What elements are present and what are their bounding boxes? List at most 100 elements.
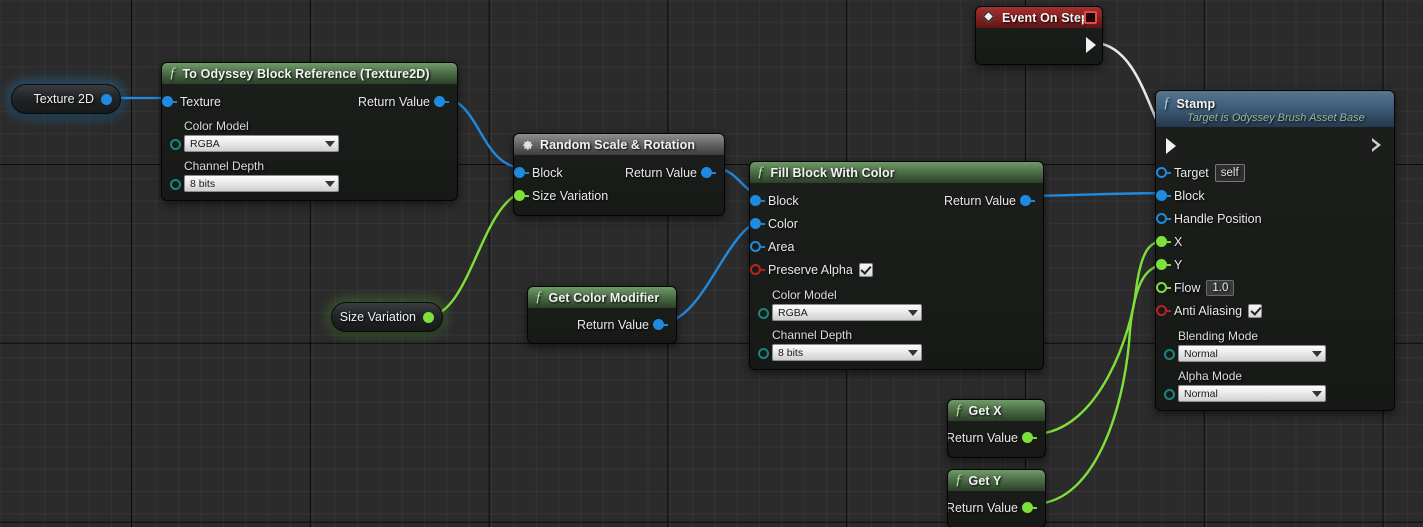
pin-area-input[interactable]: [750, 241, 765, 252]
pin-row-area: Area: [750, 235, 1043, 258]
chevron-down-icon: [908, 309, 918, 316]
pin-size-variation-input[interactable]: [514, 190, 529, 201]
pin-y-input[interactable]: [1156, 259, 1171, 270]
pin-label-return-value: Return Value: [943, 193, 1016, 208]
node-random-scale-rotation[interactable]: Random Scale & Rotation Block Return Val…: [513, 133, 725, 216]
pin-return-value-output[interactable]: [701, 167, 716, 178]
pin-block-input[interactable]: [750, 195, 765, 206]
pin-row-target: Target self: [1156, 161, 1394, 184]
pin-row-texture: Texture Return Value: [162, 90, 457, 113]
pin-target-input[interactable]: [1156, 167, 1171, 178]
node-title-event-on-step: Event On Step: [1002, 10, 1089, 25]
widget-color-model: Color Model RGBA: [162, 119, 457, 152]
pin-size-variation-output[interactable]: [423, 311, 434, 323]
pin-return-value-output[interactable]: [434, 96, 449, 107]
pin-flow-input[interactable]: [1156, 282, 1171, 293]
pin-return-value-output[interactable]: [653, 319, 668, 330]
pin-preserve-alpha-input[interactable]: [750, 264, 765, 275]
pin-color-model[interactable]: [758, 308, 773, 319]
pin-blending-mode[interactable]: [1164, 349, 1179, 360]
pin-label-return-value: Return Value: [576, 317, 649, 332]
function-icon: ƒ: [535, 289, 543, 305]
node-to-odyssey-block-reference[interactable]: ƒ To Odyssey Block Reference (Texture2D)…: [161, 62, 458, 201]
widget-label-blending-mode: Blending Mode: [1178, 329, 1259, 343]
dropdown-channel-depth[interactable]: 8 bits: [772, 344, 922, 361]
pin-label-handle-position: Handle Position: [1174, 211, 1262, 226]
node-header-get-color-modifier: ƒ Get Color Modifier: [528, 287, 676, 308]
gear-icon: [521, 138, 534, 151]
pin-anti-aliasing-input[interactable]: [1156, 305, 1171, 316]
pin-return-value-output[interactable]: [1022, 502, 1037, 513]
widget-blending-mode: Blending Mode Normal: [1156, 329, 1394, 362]
dropdown-color-model[interactable]: RGBA: [772, 304, 922, 321]
stop-icon[interactable]: [1084, 11, 1097, 24]
node-body-fill-block-with-color: Block Return Value Color Area Preserve A…: [750, 183, 1043, 369]
pin-label-flow: Flow: [1174, 280, 1201, 295]
node-title-stamp: Stamp: [1176, 96, 1216, 111]
pin-row-block: Block Return Value: [750, 189, 1043, 212]
pin-return-value-output[interactable]: [1022, 432, 1037, 443]
pin-exec-input[interactable]: [1166, 137, 1176, 154]
pin-texture-input[interactable]: [162, 96, 177, 107]
pin-handle-position-input[interactable]: [1156, 213, 1171, 224]
pin-row-x: X: [1156, 230, 1394, 253]
checkbox-anti-aliasing[interactable]: [1248, 303, 1263, 318]
node-event-on-step[interactable]: Event On Step: [975, 6, 1103, 65]
dropdown-color-model[interactable]: RGBA: [184, 135, 339, 152]
pin-label-return-value: Return Value: [947, 500, 1018, 515]
pin-row-return-value: Return Value: [528, 313, 676, 336]
node-get-y[interactable]: ƒ Get Y Return Value: [947, 469, 1046, 527]
pin-label-block: Block: [768, 193, 799, 208]
pin-block-input[interactable]: [514, 167, 529, 178]
value-flow[interactable]: 1.0: [1206, 279, 1235, 296]
node-title-random-scale-rotation: Random Scale & Rotation: [540, 137, 696, 152]
widget-label-channel-depth: Channel Depth: [772, 328, 853, 342]
chevron-down-icon: [325, 180, 335, 187]
node-header-random-scale-rotation: Random Scale & Rotation: [514, 134, 724, 155]
node-fill-block-with-color[interactable]: ƒ Fill Block With Color Block Return Val…: [749, 161, 1044, 370]
dropdown-channel-depth[interactable]: 8 bits: [184, 175, 339, 192]
dropdown-value-channel-depth: 8 bits: [190, 177, 216, 190]
value-target-self[interactable]: self: [1214, 163, 1245, 182]
pin-label-target: Target: [1174, 165, 1209, 180]
pin-channel-depth[interactable]: [758, 348, 773, 359]
pin-color-model[interactable]: [170, 139, 185, 150]
pin-row-block: Block: [1156, 184, 1394, 207]
node-body-get-y: Return Value: [948, 491, 1045, 527]
pin-texture-2d-output[interactable]: [101, 93, 112, 105]
pin-color-input[interactable]: [750, 218, 765, 229]
function-icon: ƒ: [169, 65, 177, 81]
wire-getx-to-stamp-x: [1034, 238, 1173, 436]
checkbox-preserve-alpha[interactable]: [858, 262, 873, 277]
blueprint-graph-canvas[interactable]: Texture 2D ƒ To Odyssey Block Reference …: [0, 0, 1423, 527]
variable-node-size-variation[interactable]: Size Variation: [331, 302, 443, 332]
dropdown-blending-mode[interactable]: Normal: [1178, 345, 1326, 362]
pin-row-exec-out: [976, 33, 1102, 56]
node-subtitle-stamp: Target is Odyssey Brush Asset Base: [1187, 112, 1365, 124]
pin-label-texture: Texture: [180, 94, 221, 109]
chevron-down-icon: [325, 140, 335, 147]
pin-block-input[interactable]: [1156, 190, 1171, 201]
variable-node-texture-2d[interactable]: Texture 2D: [11, 84, 121, 114]
node-header-event-on-step: Event On Step: [976, 7, 1102, 28]
node-body-stamp: Target self Block Handle Position X Y Fl…: [1156, 127, 1394, 410]
node-stamp[interactable]: ƒ Stamp Target is Odyssey Brush Asset Ba…: [1155, 90, 1395, 411]
chevron-down-icon: [908, 349, 918, 356]
pin-return-value-output[interactable]: [1020, 195, 1035, 206]
pin-alpha-mode[interactable]: [1164, 389, 1179, 400]
pin-channel-depth[interactable]: [170, 179, 185, 190]
chevron-down-icon: [1312, 390, 1322, 397]
pin-exec-output[interactable]: [1372, 138, 1381, 153]
event-diamond-icon: [983, 11, 996, 24]
pin-label-color: Color: [768, 216, 798, 231]
node-get-color-modifier[interactable]: ƒ Get Color Modifier Return Value: [527, 286, 677, 344]
pin-label-return-value: Return Value: [624, 165, 697, 180]
pin-row-color: Color: [750, 212, 1043, 235]
node-header-to-odyssey-block-reference: ƒ To Odyssey Block Reference (Texture2D): [162, 63, 457, 84]
pin-exec-output[interactable]: [1086, 36, 1096, 53]
node-get-x[interactable]: ƒ Get X Return Value: [947, 399, 1046, 458]
node-title-get-y: Get Y: [968, 473, 1002, 488]
dropdown-alpha-mode[interactable]: Normal: [1178, 385, 1326, 402]
pin-label-x: X: [1174, 234, 1183, 249]
pin-x-input[interactable]: [1156, 236, 1171, 247]
